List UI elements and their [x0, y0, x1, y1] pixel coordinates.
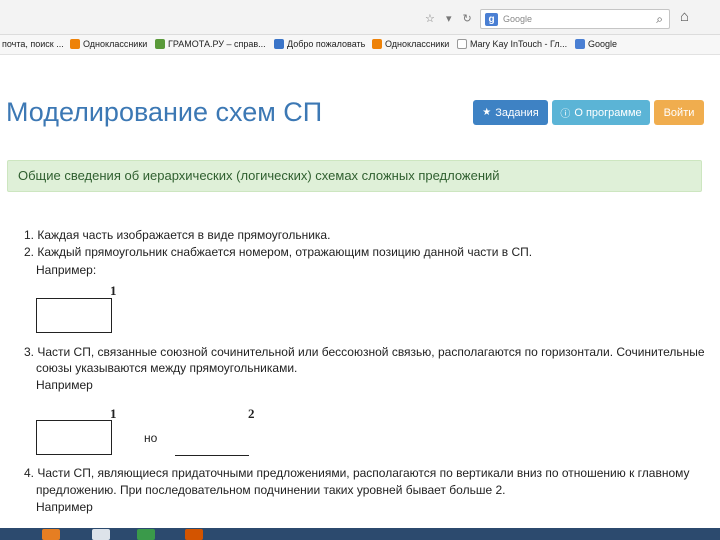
bookmark-item[interactable]: Одноклассники [70, 39, 147, 49]
tasks-button[interactable]: ★ Задания [473, 100, 548, 125]
section-heading-alert: Общие сведения об иерархических (логичес… [7, 160, 702, 192]
bookmark-item[interactable]: Google [575, 39, 617, 49]
home-icon[interactable]: ⌂ [680, 8, 689, 25]
bookmark-item[interactable]: Добро пожаловать [274, 39, 365, 49]
bookmark-item[interactable]: почта, поиск ... [2, 39, 64, 49]
url-controls: ☆ ▾ ↻ [425, 12, 480, 25]
powerpoint-icon[interactable] [185, 529, 203, 540]
rule-3-line-2: союзы указываются между прямоугольниками… [36, 361, 298, 375]
rule-4-line-1: 4. Части СП, являющиеся придаточными пре… [24, 466, 690, 480]
window-icon[interactable] [92, 529, 110, 540]
odnoklassniki-icon [70, 39, 80, 49]
browser-icons: ⌂ [680, 8, 697, 25]
rule-3-line-1: 3. Части СП, связанные союзной сочинител… [24, 345, 705, 359]
drive-icon[interactable] [137, 529, 155, 540]
box-number: 2 [248, 406, 255, 421]
diagram-rectangle [36, 420, 112, 455]
search-engine-label: Google [503, 14, 533, 24]
firefox-icon[interactable] [42, 529, 60, 540]
diagram-line [175, 455, 249, 456]
about-button[interactable]: ⓘ О программе [552, 100, 650, 125]
star-icon[interactable]: ☆ [425, 13, 435, 25]
google-icon: g [485, 13, 498, 26]
diagram-rectangle [36, 298, 112, 333]
google-icon [575, 39, 585, 49]
globe-icon [274, 39, 284, 49]
example-label: Например [36, 500, 93, 514]
conjunction-label: но [144, 431, 158, 445]
example-label: Например: [36, 263, 97, 277]
page-title: Моделирование схем СП [6, 97, 323, 127]
dropdown-icon[interactable]: ▾ [446, 13, 452, 25]
bookmark-item[interactable]: ГРАМОТА.РУ – справ... [155, 39, 266, 49]
search-icon[interactable]: ⌕ [656, 12, 663, 27]
bookmark-item[interactable]: Одноклассники [372, 39, 449, 49]
odnoklassniki-icon [372, 39, 382, 49]
search-input[interactable]: g Google ⌕ [480, 9, 670, 29]
rule-1: 1. Каждая часть изображается в виде прям… [24, 228, 331, 242]
box-number: 1 [110, 283, 117, 298]
example-label: Например [36, 378, 93, 392]
star-icon: ★ [482, 107, 492, 118]
bookmark-item[interactable]: Mary Kay InTouch - Гл... [457, 39, 567, 49]
browser-toolbar: ☆ ▾ ↻ g Google ⌕ ⌂ [0, 0, 720, 35]
reload-icon[interactable]: ↻ [463, 13, 472, 25]
bookmarks-bar: почта, поиск ... Одноклассники ГРАМОТА.Р… [0, 35, 720, 55]
gramota-icon [155, 39, 165, 49]
os-taskbar [0, 528, 720, 540]
login-button[interactable]: Войти [654, 100, 704, 125]
rule-4-line-2: предложению. При последовательном подчин… [36, 483, 506, 497]
page-icon [457, 39, 467, 49]
info-icon: ⓘ [560, 109, 571, 120]
rule-2: 2. Каждый прямоугольник снабжается номер… [24, 245, 533, 259]
